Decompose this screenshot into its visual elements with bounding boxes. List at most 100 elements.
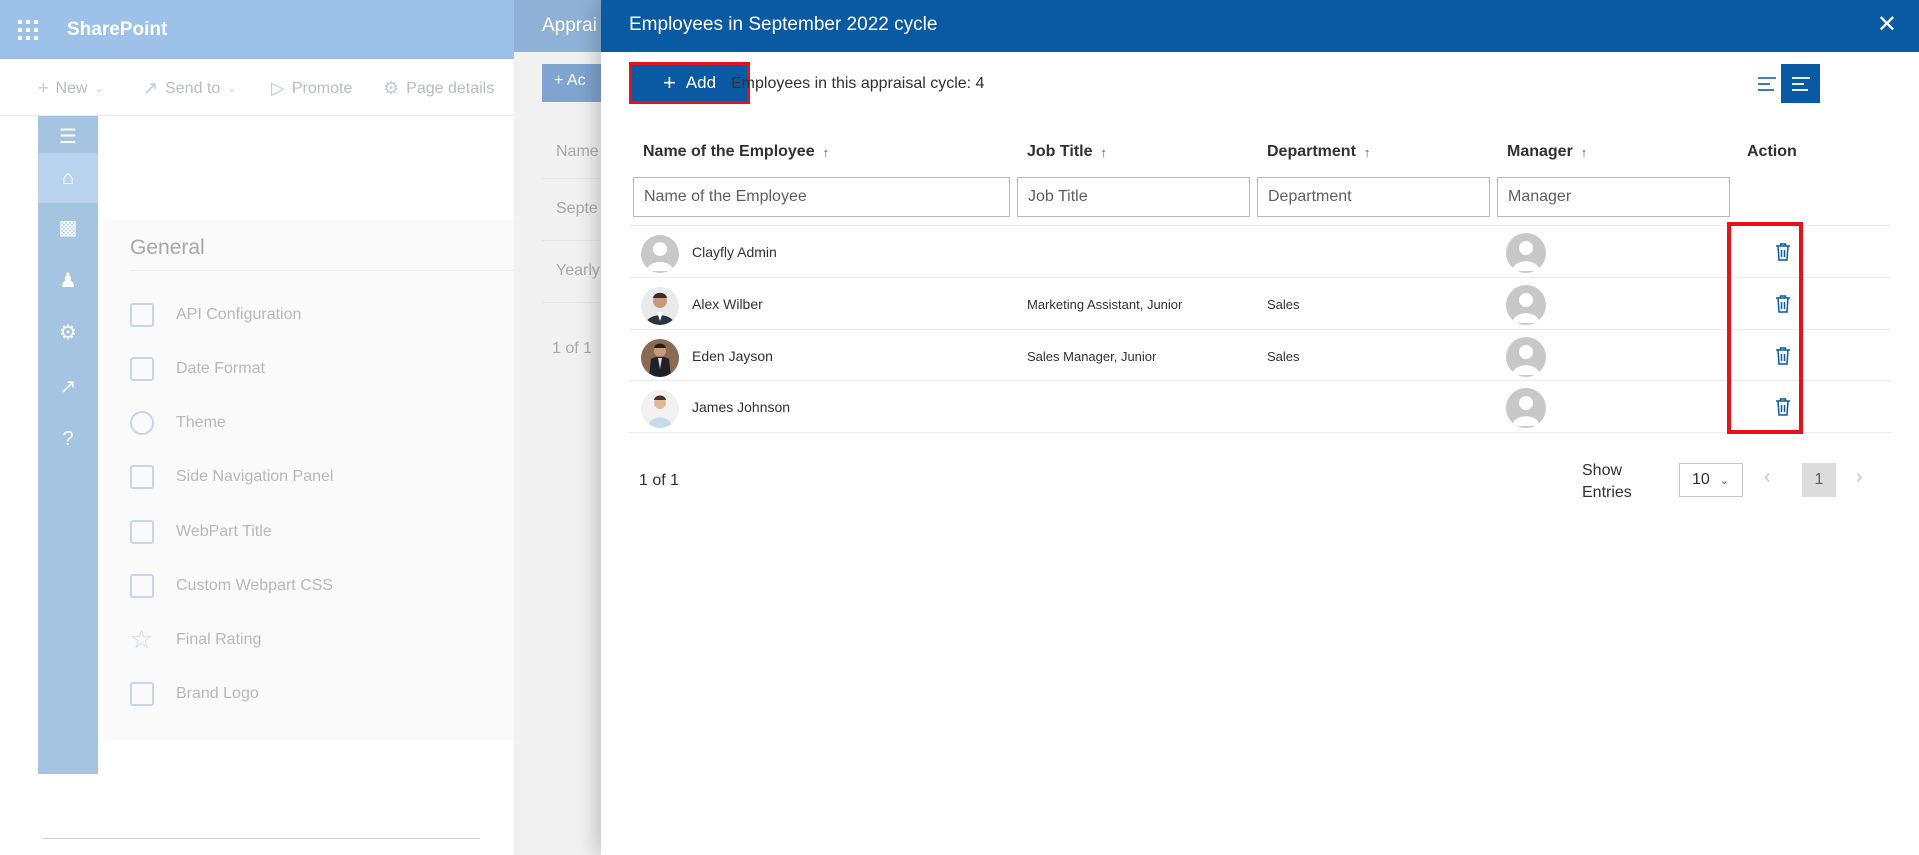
previous-page-icon[interactable]: ‹ [1764, 466, 1771, 489]
column-header-department[interactable]: Department ↑ [1267, 143, 1370, 161]
settings-item-date-format[interactable]: Date Format [130, 357, 265, 381]
brand-name[interactable]: SharePoint [67, 19, 167, 41]
gear-icon[interactable]: ⚙ [38, 312, 98, 352]
settings-item-custom-webpart-css[interactable]: Custom Webpart CSS [130, 574, 333, 598]
calendar-icon [130, 357, 154, 381]
left-navigation-rail: ☰ ⌂ ▩ ♟ ⚙ ↗ ? [38, 116, 98, 774]
avatar [641, 339, 679, 377]
home-icon[interactable]: ⌂ [38, 153, 98, 203]
side-panel-icon [130, 465, 154, 489]
avatar [641, 235, 679, 273]
full-view-icon[interactable] [1781, 64, 1820, 103]
department-filter-input[interactable] [1257, 177, 1490, 217]
page-number-button[interactable]: 1 [1802, 463, 1836, 497]
column-header-name[interactable]: Name of the Employee ↑ [643, 143, 829, 161]
delete-icon[interactable] [1772, 344, 1794, 368]
employees-panel: Employees in September 2022 cycle ✕ + Ad… [601, 0, 1919, 855]
delete-icon[interactable] [1772, 292, 1794, 316]
avatar [641, 287, 679, 325]
general-settings-panel: General API Configuration Date Format Th… [103, 220, 523, 740]
panel-title: Apprai [542, 15, 597, 36]
divider [130, 270, 523, 271]
employee-name: Eden Jayson [692, 348, 773, 364]
compact-view-icon[interactable] [1749, 66, 1785, 102]
entries-per-page-select[interactable]: 10 ⌄ [1679, 463, 1743, 497]
chevron-down-icon: ⌄ [227, 83, 237, 95]
sort-arrow-icon: ↑ [1580, 144, 1588, 160]
job-title: Marketing Assistant, Junior [1027, 297, 1183, 312]
settings-item-api-configuration[interactable]: API Configuration [130, 303, 301, 327]
panel-header: Apprai [514, 0, 604, 52]
settings-item-side-navigation-panel[interactable]: Side Navigation Panel [130, 465, 333, 489]
manager-avatar [1506, 337, 1546, 377]
pager-count: 1 of 1 [552, 340, 593, 357]
next-page-icon[interactable]: › [1856, 466, 1863, 489]
employee-name: Clayfly Admin [692, 244, 777, 260]
settings-item-brand-logo[interactable]: Brand Logo [130, 682, 259, 706]
table-row: Alex Wilber Marketing Assistant, Junior … [629, 277, 1891, 329]
pager-count: 1 of 1 [639, 472, 680, 489]
settings-item-webpart-title[interactable]: WebPart Title [130, 520, 272, 544]
job-title-filter-input[interactable] [1017, 177, 1250, 217]
webpart-title-icon [130, 520, 154, 544]
column-header-job-title[interactable]: Job Title ↑ [1027, 143, 1107, 161]
settings-item-theme[interactable]: Theme [130, 411, 226, 435]
divider [629, 432, 1891, 433]
app-launcher-icon[interactable] [18, 20, 38, 40]
api-config-icon [130, 303, 154, 327]
manager-filter-input[interactable] [1497, 177, 1730, 217]
employee-count: Employees in this appraisal cycle: 4 [731, 75, 985, 92]
department: Sales [1267, 297, 1300, 312]
panel-title: Employees in September 2022 cycle [629, 14, 938, 35]
delete-icon[interactable] [1772, 395, 1794, 419]
delete-icon[interactable] [1772, 240, 1794, 264]
trend-icon[interactable]: ↗ [38, 366, 98, 406]
plus-icon: + [662, 70, 676, 95]
divider [542, 302, 604, 303]
plus-icon: + [38, 78, 49, 98]
user-settings-icon[interactable]: ♟ [38, 260, 98, 300]
chevron-down-icon: ⌄ [1719, 474, 1730, 487]
table-row: Clayfly Admin [629, 225, 1891, 277]
chevron-down-icon: ⌄ [94, 83, 104, 95]
sort-arrow-icon: ↑ [1100, 144, 1108, 160]
manager-avatar [1506, 285, 1546, 325]
name-filter-input[interactable] [633, 177, 1010, 217]
list-item[interactable]: Septe [556, 200, 598, 218]
column-header-manager[interactable]: Manager ↑ [1507, 143, 1587, 161]
table-row: James Johnson [629, 380, 1891, 432]
column-header-action: Action [1747, 143, 1797, 160]
edit-css-icon [130, 574, 154, 598]
job-title: Sales Manager, Junior [1027, 349, 1157, 364]
sort-arrow-icon: ↑ [822, 144, 830, 160]
sort-arrow-icon: ↑ [1363, 144, 1371, 160]
department: Sales [1267, 349, 1300, 364]
settings-item-final-rating[interactable]: ☆ Final Rating [130, 624, 261, 654]
star-icon: ☆ [130, 624, 154, 654]
divider [542, 178, 604, 179]
divider [43, 838, 480, 839]
new-button[interactable]: + New ⌄ [38, 78, 104, 99]
list-item[interactable]: Yearly [556, 262, 600, 280]
hamburger-icon[interactable]: ☰ [38, 116, 98, 156]
column-header: Name [556, 143, 599, 160]
panel-header: Employees in September 2022 cycle ✕ [601, 0, 1919, 52]
manager-avatar [1506, 233, 1546, 273]
command-bar: + New ⌄ ↗ Send to ⌄ ▷ Promote ⚙ Page det… [0, 59, 520, 116]
send-to-button[interactable]: ↗ Send to ⌄ [143, 78, 236, 99]
employee-name: James Johnson [692, 399, 791, 415]
page-details-button[interactable]: ⚙ Page details [383, 78, 494, 99]
analytics-icon[interactable]: ▩ [38, 207, 98, 247]
help-icon[interactable]: ? [38, 419, 98, 459]
share-icon: ↗ [143, 78, 159, 98]
close-icon[interactable]: ✕ [1877, 12, 1897, 38]
gear-icon: ⚙ [383, 78, 400, 98]
megaphone-icon: ▷ [271, 78, 285, 98]
promote-button[interactable]: ▷ Promote [271, 78, 352, 99]
show-entries-label: Show Entries [1582, 462, 1632, 501]
table-row: Eden Jayson Sales Manager, Junior Sales [629, 329, 1891, 381]
divider [542, 240, 604, 241]
general-title: General [130, 236, 205, 259]
appraisal-cycles-panel: Apprai + Ac Name Septe Yearly 1 of 1 [514, 0, 612, 855]
avatar [641, 390, 679, 428]
